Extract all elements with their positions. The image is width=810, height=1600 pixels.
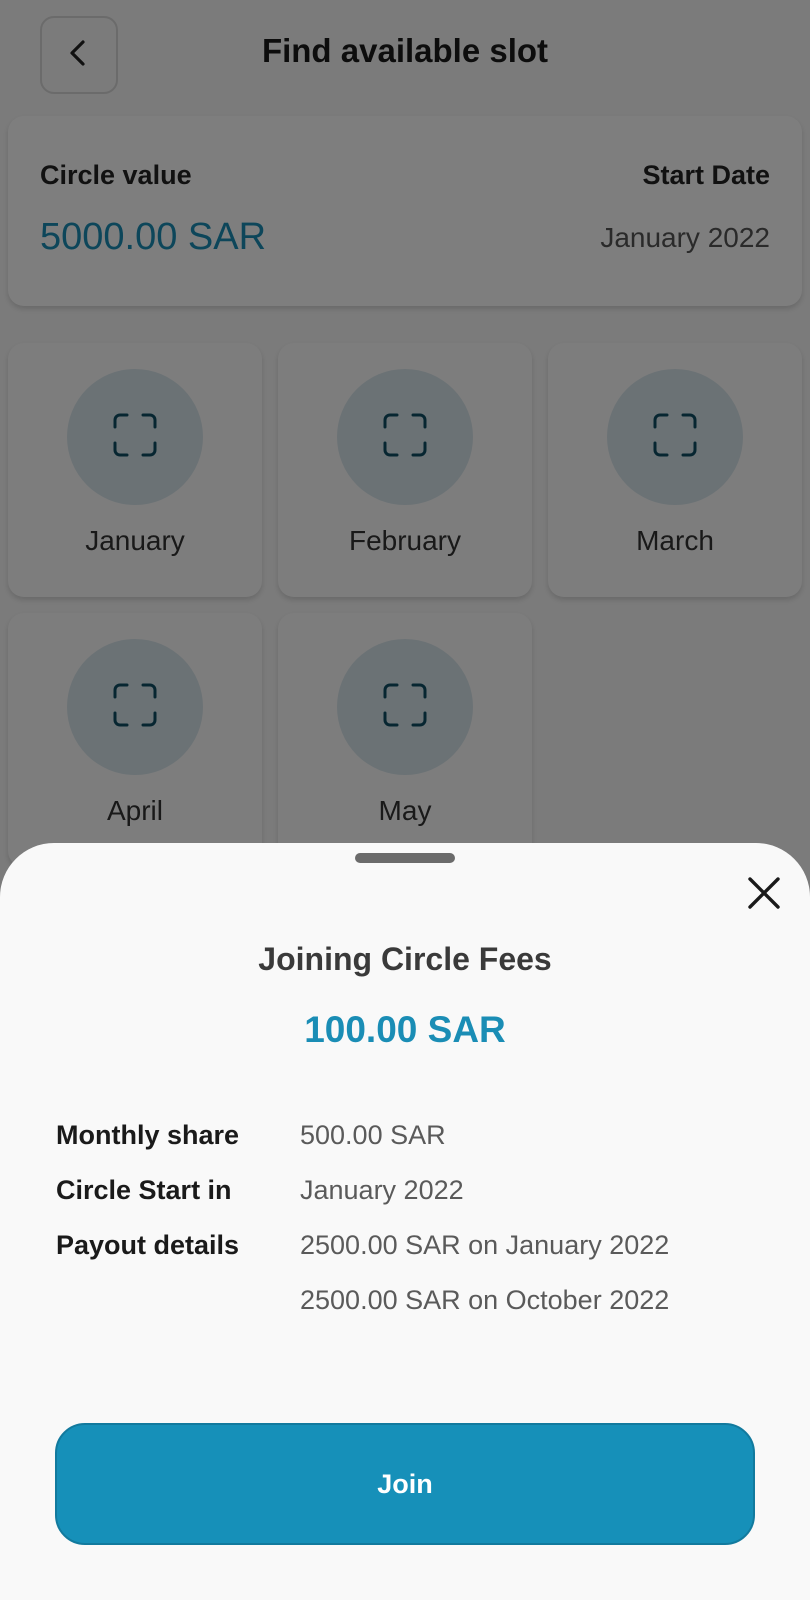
detail-value: 2500.00 SAR on October 2022	[300, 1285, 670, 1315]
detail-value: 500.00 SAR	[300, 1120, 446, 1150]
detail-label: Circle Start in	[56, 1175, 232, 1205]
close-button[interactable]	[742, 871, 786, 915]
detail-row-circle-start: Circle Start in January 2022	[56, 1175, 796, 1215]
detail-row-monthly-share: Monthly share 500.00 SAR	[56, 1120, 796, 1160]
close-icon	[742, 877, 786, 919]
detail-value: 2500.00 SAR on January 2022	[300, 1230, 670, 1260]
detail-row-payout: Payout details 2500.00 SAR on January 20…	[56, 1230, 796, 1270]
joining-fees-bottom-sheet: Joining Circle Fees 100.00 SAR Monthly s…	[0, 843, 810, 1600]
sheet-title: Joining Circle Fees	[258, 941, 552, 977]
detail-label: Payout details	[56, 1230, 240, 1260]
drag-handle[interactable]	[355, 853, 455, 863]
join-button[interactable]: Join	[55, 1423, 755, 1545]
detail-value: January 2022	[300, 1175, 464, 1205]
joining-fee-amount: 100.00 SAR	[304, 1009, 506, 1050]
detail-row-payout-second: 2500.00 SAR on October 2022	[56, 1285, 796, 1325]
detail-label: Monthly share	[56, 1120, 240, 1150]
